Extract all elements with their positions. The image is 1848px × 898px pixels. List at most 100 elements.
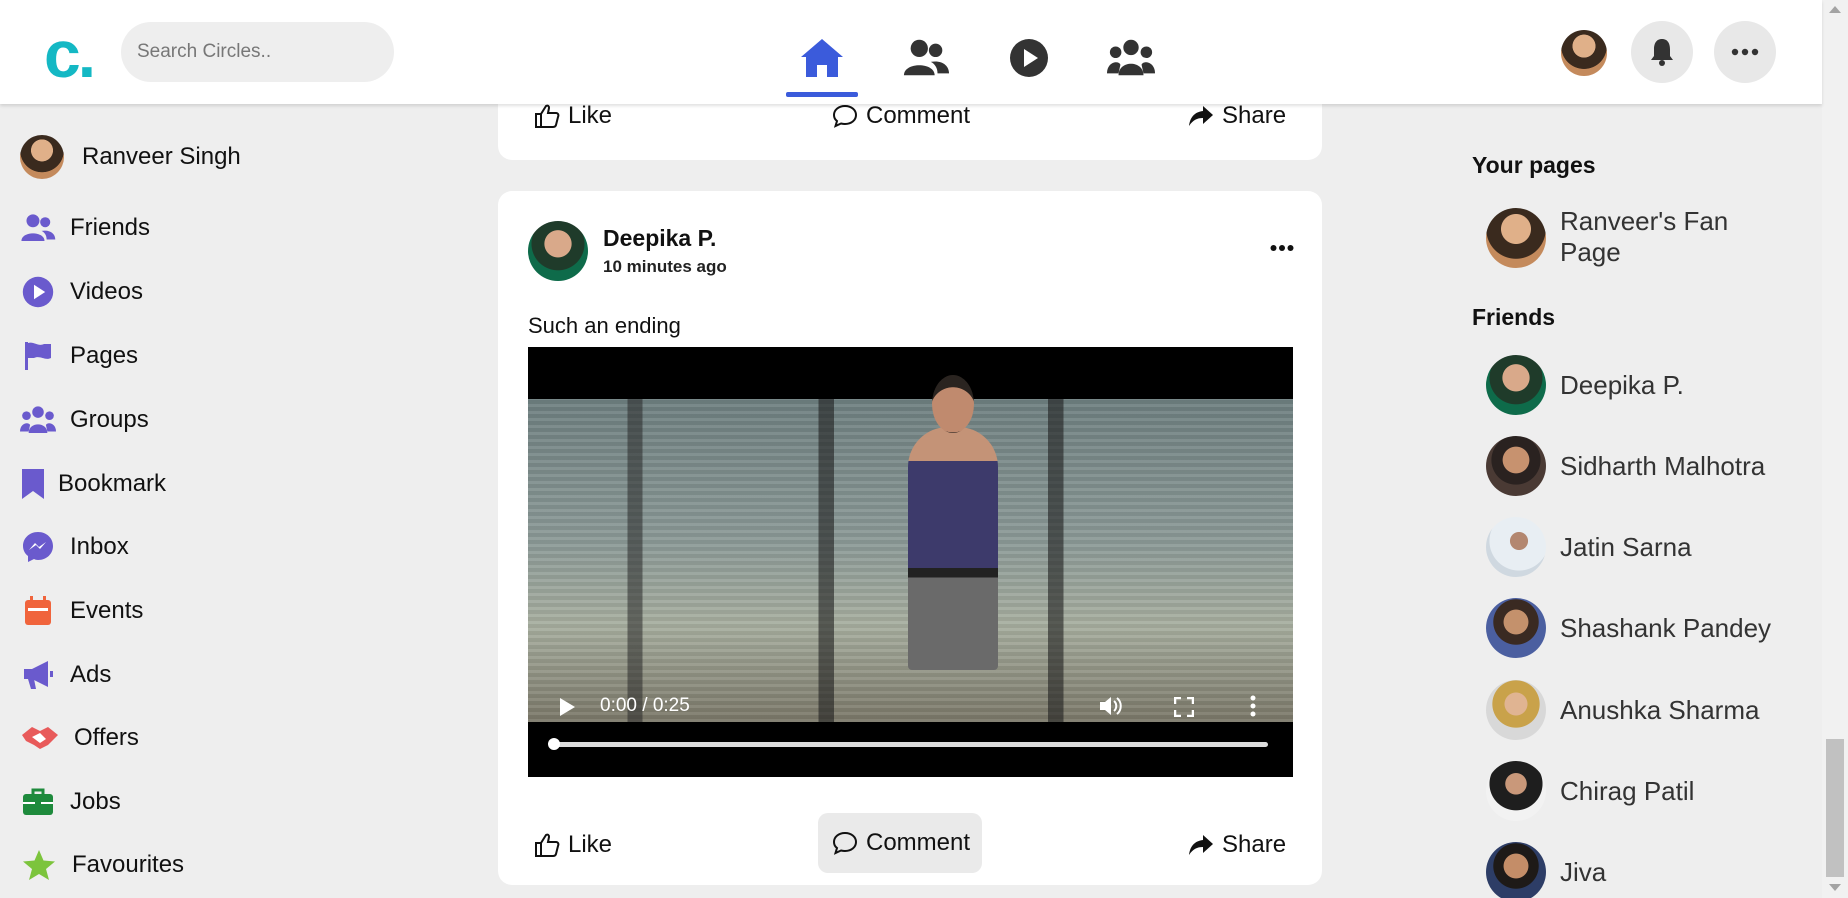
- share-label: Share: [1222, 102, 1287, 129]
- post-options-button[interactable]: [1270, 239, 1294, 257]
- circles-logo[interactable]: c.: [44, 21, 96, 87]
- like-label: Like: [568, 831, 613, 858]
- menu-button[interactable]: [1714, 21, 1776, 83]
- more-icon: [1270, 245, 1294, 251]
- fullscreen-icon: [1173, 696, 1195, 718]
- sidebar-item-bookmark[interactable]: Bookmark: [20, 466, 166, 502]
- top-navbar: c.: [0, 0, 1822, 104]
- mute-button[interactable]: [1098, 694, 1124, 723]
- sidebar-item-jobs[interactable]: Jobs: [20, 784, 121, 820]
- share-label: Share: [1222, 831, 1287, 858]
- megaphone-icon: [20, 657, 56, 693]
- post-author-avatar[interactable]: [528, 221, 588, 281]
- play-circle-icon: [20, 274, 56, 310]
- more-icon: [1731, 48, 1759, 56]
- nav-friends[interactable]: [902, 36, 950, 80]
- avatar: [1486, 517, 1546, 577]
- nav-groups[interactable]: [1107, 36, 1155, 80]
- friend-item[interactable]: Jiva: [1486, 842, 1606, 898]
- sidebar-item-label: Events: [70, 597, 144, 624]
- video-time-display: 0:00 / 0:25: [600, 695, 690, 716]
- comment-label: Comment: [866, 102, 971, 129]
- like-button[interactable]: Like: [534, 831, 612, 859]
- sidebar-item-label: Videos: [70, 278, 143, 305]
- share-icon: [1189, 106, 1213, 126]
- friend-item[interactable]: Shashank Pandey: [1486, 598, 1771, 658]
- avatar: [1486, 680, 1546, 740]
- friend-item[interactable]: Anushka Sharma: [1486, 680, 1759, 740]
- video-options-button[interactable]: [1250, 695, 1256, 722]
- friends-icon: [20, 210, 56, 246]
- comment-button[interactable]: Comment: [818, 813, 982, 873]
- like-button[interactable]: Like: [534, 102, 612, 130]
- friends-heading: Friends: [1472, 304, 1556, 330]
- page-item[interactable]: Ranveer's Fan Page: [1486, 206, 1760, 268]
- page-name: Ranveer's Fan Page: [1560, 206, 1729, 267]
- friend-name: Chirag Patil: [1560, 775, 1695, 806]
- sidebar-profile-name: Ranveer Singh: [82, 143, 241, 170]
- friend-name: Sidharth Malhotra: [1560, 450, 1766, 481]
- sidebar-item-inbox[interactable]: Inbox: [20, 529, 129, 565]
- sidebar-item-groups[interactable]: Groups: [20, 402, 149, 438]
- play-button[interactable]: [558, 697, 576, 722]
- friend-item[interactable]: Chirag Patil: [1486, 761, 1694, 821]
- share-button[interactable]: Share: [1188, 831, 1286, 859]
- friend-item[interactable]: Sidharth Malhotra: [1486, 436, 1765, 496]
- friend-name: Deepika P.: [1560, 369, 1684, 400]
- sidebar-item-ads[interactable]: Ads: [20, 657, 111, 693]
- fullscreen-button[interactable]: [1173, 696, 1195, 722]
- nav-watch[interactable]: [1005, 36, 1053, 80]
- video-figure-head: [932, 375, 974, 433]
- sidebar-item-label: Friends: [70, 214, 151, 241]
- sidebar-item-label: Ads: [70, 661, 112, 688]
- sidebar-item-favourites[interactable]: Favourites: [20, 847, 184, 883]
- video-figure: [908, 427, 998, 670]
- sidebar-item-videos[interactable]: Videos: [20, 274, 143, 310]
- search-input[interactable]: [121, 22, 394, 82]
- sidebar-item-label: Groups: [70, 406, 149, 433]
- friend-item[interactable]: Deepika P.: [1486, 355, 1684, 415]
- bookmark-icon: [20, 466, 46, 502]
- post-timestamp: 10 minutes ago: [603, 257, 727, 276]
- volume-icon: [1100, 697, 1122, 715]
- notifications-button[interactable]: [1631, 21, 1693, 83]
- friend-name: Jatin Sarna: [1560, 531, 1692, 562]
- friend-item[interactable]: Jatin Sarna: [1486, 517, 1692, 577]
- calendar-icon: [20, 593, 56, 629]
- page-avatar: [1486, 208, 1546, 268]
- video-player[interactable]: 0:00 / 0:25: [528, 347, 1293, 777]
- avatar: [1486, 842, 1546, 898]
- nav-home[interactable]: [798, 36, 846, 80]
- sidebar-item-offers[interactable]: Offers: [20, 720, 139, 756]
- scroll-down-arrow[interactable]: [1829, 884, 1841, 891]
- video-progress-bar[interactable]: [552, 742, 1268, 747]
- profile-avatar[interactable]: [1561, 30, 1607, 76]
- sidebar-item-pages[interactable]: Pages: [20, 338, 138, 374]
- sidebar-item-label: Bookmark: [58, 470, 167, 497]
- friend-name: Shashank Pandey: [1560, 612, 1772, 643]
- sidebar-item-friends[interactable]: Friends: [20, 210, 150, 246]
- sidebar-item-label: Pages: [70, 342, 139, 369]
- post-author-name[interactable]: Deepika P.: [603, 225, 716, 252]
- comment-icon: [832, 104, 858, 128]
- scrollbar-thumb[interactable]: [1826, 739, 1844, 877]
- sidebar-item-label: Inbox: [70, 533, 129, 560]
- avatar: [1486, 761, 1546, 821]
- messenger-icon: [20, 529, 56, 565]
- video-progress-handle[interactable]: [548, 738, 560, 750]
- share-icon: [1189, 835, 1213, 855]
- post-card: Deepika P. 10 minutes ago Such an ending…: [498, 191, 1322, 885]
- sidebar-item-label: Jobs: [70, 788, 121, 815]
- friend-name: Anushka Sharma: [1560, 694, 1760, 725]
- groups-icon: [1107, 39, 1155, 76]
- play-circle-icon: [1010, 39, 1048, 77]
- sidebar-profile[interactable]: Ranveer Singh: [20, 135, 241, 179]
- sidebar-item-events[interactable]: Events: [20, 593, 143, 629]
- avatar: [1486, 355, 1546, 415]
- briefcase-icon: [20, 784, 56, 820]
- comment-button[interactable]: Comment: [832, 102, 970, 130]
- share-button[interactable]: Share: [1188, 102, 1286, 130]
- friend-name: Jiva: [1560, 856, 1607, 887]
- scroll-up-arrow[interactable]: [1829, 6, 1841, 13]
- kebab-icon: [1250, 695, 1256, 717]
